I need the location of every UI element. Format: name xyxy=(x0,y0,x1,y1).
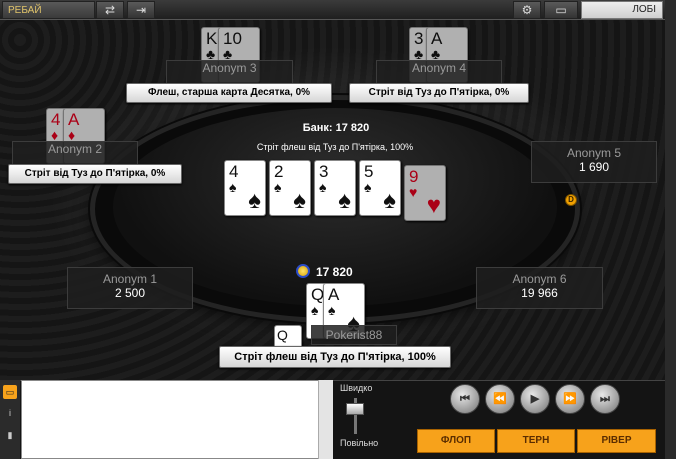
skip-to-start-button[interactable]: ⏮ xyxy=(450,384,480,414)
spade-icon: ♠ xyxy=(383,187,396,214)
spade-icon: ♠ xyxy=(319,179,327,195)
player-name: Anonym 3 xyxy=(202,61,257,75)
card-rank: 3 xyxy=(414,29,424,48)
card-rank: 5 xyxy=(364,162,374,181)
seat-anonym3[interactable]: Anonym 3 xyxy=(166,60,293,84)
seat-hero[interactable]: Pokerist88 xyxy=(311,325,397,345)
player-name: Anonym 5 xyxy=(566,146,622,160)
exit-icon[interactable]: ⇥ xyxy=(127,1,155,19)
rebuy-button[interactable]: РЕБАЙ xyxy=(2,1,95,19)
card-rank: A xyxy=(328,285,340,304)
card-rank: 9 xyxy=(409,167,419,186)
speed-fast-label: Швидко xyxy=(340,383,373,393)
board-card-3: 3 ♠ ♠ xyxy=(314,160,356,216)
spade-icon: ♠ xyxy=(293,187,306,214)
rewind-button[interactable]: ⏪ xyxy=(485,384,515,414)
anonym3-hand-label: Флеш, старша карта Десятка, 0% xyxy=(126,83,332,103)
card-rank: A xyxy=(431,29,443,48)
flop-button[interactable]: ФЛОП xyxy=(417,429,495,453)
info-icon[interactable]: i xyxy=(3,406,17,420)
card-rank: 4 xyxy=(229,162,239,181)
spade-icon: ♠ xyxy=(229,179,237,195)
club-icon: ♣ xyxy=(206,46,216,62)
board-card-1: 4 ♠ ♠ xyxy=(224,160,266,216)
hero-hand-label: Стріт флеш від Туз до П'ятірка, 100% xyxy=(219,346,451,368)
settings-icon[interactable]: ⚙ xyxy=(513,1,541,19)
skip-to-end-button[interactable]: ⏭ xyxy=(590,384,620,414)
seat-anonym2[interactable]: Anonym 2 xyxy=(12,141,138,165)
spade-icon: ♠ xyxy=(274,179,282,195)
river-button[interactable]: РІВЕР xyxy=(577,429,656,453)
card-rank: Q xyxy=(277,327,288,343)
club-icon: ♣ xyxy=(414,46,424,62)
speed-slow-label: Повільно xyxy=(340,438,379,448)
right-edge-strip xyxy=(665,0,676,459)
diamond-icon: ♦ xyxy=(51,127,59,143)
card-rank: 2 xyxy=(274,162,284,181)
card-rank: A xyxy=(68,110,80,129)
card-rank: K xyxy=(206,29,218,48)
anonym4-hand-label: Стріт від Туз до П'ятірка, 0% xyxy=(349,83,529,103)
club-icon: ♣ xyxy=(223,46,233,62)
heart-icon: ♥ xyxy=(409,184,418,200)
lobby-button[interactable]: ЛОБІ xyxy=(581,1,663,19)
diamond-icon: ♦ xyxy=(68,127,76,143)
chat-log[interactable] xyxy=(21,380,333,459)
chat-scrollbar[interactable] xyxy=(318,380,333,459)
card-rank: 3 xyxy=(319,162,329,181)
top-bar: РЕБАЙ ⇄ ⇥ ⚙ ▭ ЛОБІ xyxy=(0,0,665,20)
fast-forward-button[interactable]: ⏩ xyxy=(555,384,585,414)
turn-button[interactable]: ТЕРН xyxy=(497,429,575,453)
player-name: Anonym 6 xyxy=(512,272,567,286)
seat-anonym5[interactable]: Anonym 5 1 690 xyxy=(531,141,657,183)
board-card-4: 5 ♠ ♠ xyxy=(359,160,401,216)
player-name: Anonym 2 xyxy=(47,142,103,156)
spade-icon: ♠ xyxy=(328,302,336,318)
player-name: Anonym 4 xyxy=(411,61,467,75)
heart-icon: ♥ xyxy=(426,192,441,219)
player-stack: 1 690 xyxy=(578,160,610,174)
seat-anonym1[interactable]: Anonym 1 2 500 xyxy=(67,267,193,309)
hero-bet-amount: 17 820 xyxy=(316,265,353,279)
player-name: Pokerist88 xyxy=(325,328,383,342)
stats-icon[interactable]: ▮ xyxy=(3,428,17,442)
board-hand-description: Стріт флеш від Туз до П'ятірка, 100% xyxy=(256,142,414,152)
chip-stack-icon xyxy=(296,264,310,278)
chat-icon[interactable]: ▭ xyxy=(3,385,17,399)
layout-icon[interactable]: ▭ xyxy=(544,1,578,19)
player-name: Anonym 1 xyxy=(102,272,158,286)
anonym2-hand-label: Стріт від Туз до П'ятірка, 0% xyxy=(8,164,182,184)
chat-sidebar: ▭ i ▮ xyxy=(0,380,20,459)
speed-slider-handle[interactable] xyxy=(346,403,364,415)
player-stack: 19 966 xyxy=(521,286,558,300)
spade-icon: ♠ xyxy=(248,187,261,214)
board-card-2: 2 ♠ ♠ xyxy=(269,160,311,216)
seat-anonym4[interactable]: Anonym 4 xyxy=(376,60,502,84)
spade-icon: ♠ xyxy=(311,302,319,318)
refresh-icon[interactable]: ⇄ xyxy=(96,1,124,19)
seat-anonym6[interactable]: Anonym 6 19 966 xyxy=(476,267,603,309)
spade-icon: ♠ xyxy=(364,179,372,195)
player-stack: 2 500 xyxy=(114,286,146,300)
play-button[interactable]: ▶ xyxy=(520,384,550,414)
spade-icon: ♠ xyxy=(338,187,351,214)
dealer-button-icon: D xyxy=(565,194,577,206)
club-icon: ♣ xyxy=(431,46,441,62)
board-card-5: 9 ♥ ♥ xyxy=(404,165,446,221)
card-rank: 10 xyxy=(223,29,242,48)
pot-label: Банк: 17 820 xyxy=(302,122,370,134)
card-rank: 4 xyxy=(51,110,61,129)
